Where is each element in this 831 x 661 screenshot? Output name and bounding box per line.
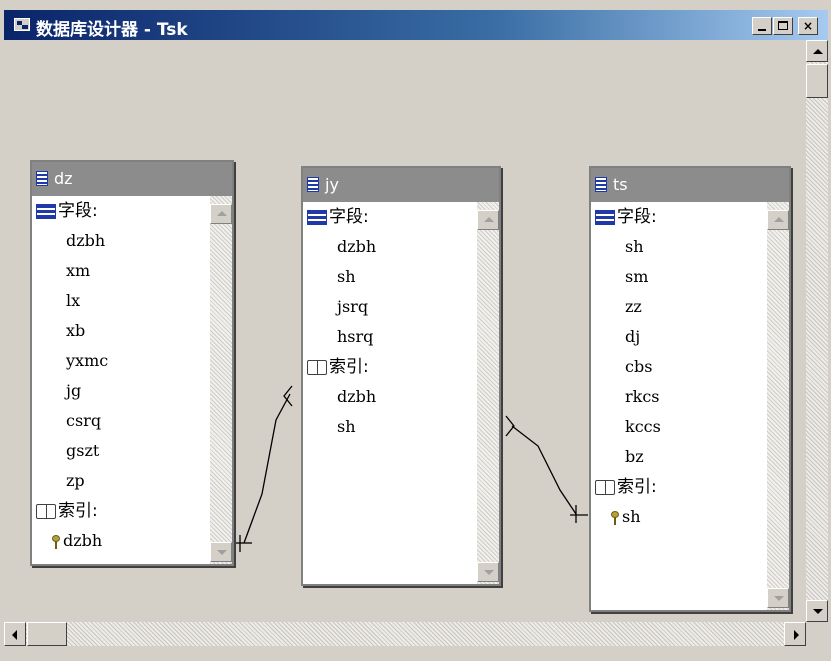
- arrow-down-icon: [813, 609, 823, 614]
- field-item[interactable]: csrq: [66, 406, 101, 436]
- field-item[interactable]: xm: [66, 256, 90, 286]
- table-field-list[interactable]: 字段: dzbh sh jsrq hsrq 索引: dzbh sh: [303, 202, 477, 584]
- fields-section-header: 字段:: [36, 196, 98, 226]
- field-item[interactable]: jg: [66, 376, 81, 406]
- table-field-list[interactable]: 字段: dzbh xm lx xb yxmc jg csrq gszt zp 索…: [32, 196, 210, 564]
- fields-icon: [595, 209, 615, 225]
- table-scroll-up-button[interactable]: [210, 204, 232, 224]
- index-item[interactable]: sh: [337, 412, 356, 442]
- field-item[interactable]: gszt: [66, 436, 99, 466]
- resize-grip[interactable]: [806, 622, 828, 646]
- fields-icon: [307, 209, 327, 225]
- field-item[interactable]: kccs: [625, 412, 661, 442]
- field-item[interactable]: hsrq: [337, 322, 373, 352]
- scroll-down-button[interactable]: [806, 600, 828, 622]
- table-scroll-up-button[interactable]: [477, 210, 499, 230]
- table-scroll-down-button[interactable]: [477, 562, 499, 582]
- fields-section-header: 字段:: [595, 202, 657, 232]
- field-item[interactable]: xb: [66, 316, 85, 346]
- table-scrollbar[interactable]: [767, 202, 789, 610]
- field-item[interactable]: rkcs: [625, 382, 660, 412]
- arrow-up-icon: [813, 49, 823, 54]
- arrow-right-icon: [794, 630, 799, 640]
- index-item[interactable]: dzbh: [337, 382, 376, 412]
- field-item[interactable]: dzbh: [337, 232, 376, 262]
- field-item[interactable]: jsrq: [337, 292, 368, 322]
- horizontal-scroll-thumb[interactable]: [27, 622, 67, 646]
- index-book-icon: [595, 479, 615, 495]
- title-bar[interactable]: 数据库设计器 - Tsk ×: [4, 10, 828, 40]
- fields-icon: [36, 203, 56, 219]
- field-item[interactable]: sm: [625, 262, 648, 292]
- index-name: dzbh: [63, 531, 103, 550]
- table-header[interactable]: ts: [591, 168, 789, 202]
- field-item[interactable]: dzbh: [66, 226, 105, 256]
- index-section-header: 索引:: [307, 352, 369, 382]
- index-book-icon: [307, 359, 327, 375]
- window-title: 数据库设计器 - Tsk: [36, 20, 188, 40]
- table-name: dz: [54, 169, 73, 188]
- table-header[interactable]: dz: [32, 162, 232, 196]
- table-jy[interactable]: jy 字段: dzbh sh jsrq hsrq 索引: dzbh sh: [301, 166, 501, 586]
- index-section-header: 索引:: [595, 472, 657, 502]
- field-item[interactable]: yxmc: [66, 346, 108, 376]
- table-scroll-down-button[interactable]: [767, 588, 789, 608]
- fields-section-header: 字段:: [307, 202, 369, 232]
- scroll-right-button[interactable]: [784, 622, 806, 646]
- field-item[interactable]: zp: [66, 466, 85, 496]
- table-name: ts: [613, 175, 628, 194]
- table-scroll-down-button[interactable]: [210, 542, 232, 562]
- vertical-scroll-thumb[interactable]: [806, 64, 828, 98]
- fields-label: 字段:: [58, 201, 98, 221]
- index-label: 索引:: [329, 357, 369, 377]
- fields-label: 字段:: [329, 207, 369, 227]
- vertical-scrollbar[interactable]: [806, 40, 828, 622]
- table-scroll-up-button[interactable]: [767, 210, 789, 230]
- table-icon: [595, 177, 607, 192]
- index-label: 索引:: [58, 501, 98, 521]
- table-icon: [36, 171, 48, 186]
- table-name: jy: [325, 175, 339, 194]
- field-item[interactable]: zz: [625, 292, 642, 322]
- close-button[interactable]: ×: [798, 17, 818, 35]
- maximize-button[interactable]: [773, 17, 793, 35]
- table-dz[interactable]: dz 字段: dzbh xm lx xb yxmc jg csrq gszt z…: [30, 160, 234, 566]
- field-item[interactable]: lx: [66, 286, 80, 316]
- table-header[interactable]: jy: [303, 168, 499, 202]
- database-designer-window: 数据库设计器 - Tsk × dz 字段: dzbh xm lx xb yxmc…: [0, 0, 831, 661]
- scroll-up-button[interactable]: [806, 40, 828, 62]
- table-ts[interactable]: ts 字段: sh sm zz dj cbs rkcs kccs bz 索引: …: [589, 166, 791, 612]
- arrow-left-icon: [12, 630, 17, 640]
- minimize-button[interactable]: [752, 17, 772, 35]
- scroll-left-button[interactable]: [4, 622, 26, 646]
- table-scrollbar[interactable]: [477, 202, 499, 584]
- field-item[interactable]: dj: [625, 322, 640, 352]
- index-item[interactable]: dzbh: [52, 526, 102, 556]
- fields-label: 字段:: [617, 207, 657, 227]
- index-item[interactable]: sh: [611, 502, 641, 532]
- table-scrollbar[interactable]: [210, 196, 232, 564]
- index-book-icon: [36, 503, 56, 519]
- table-icon: [307, 177, 319, 192]
- field-item[interactable]: cbs: [625, 352, 652, 382]
- database-designer-icon: [14, 18, 30, 31]
- primary-key-icon: [611, 510, 620, 525]
- index-name: sh: [622, 507, 641, 526]
- primary-key-icon: [52, 534, 61, 549]
- horizontal-scrollbar[interactable]: [4, 622, 806, 646]
- table-field-list[interactable]: 字段: sh sm zz dj cbs rkcs kccs bz 索引: sh: [591, 202, 767, 610]
- field-item[interactable]: bz: [625, 442, 644, 472]
- index-label: 索引:: [617, 477, 657, 497]
- field-item[interactable]: sh: [625, 232, 644, 262]
- index-section-header: 索引:: [36, 496, 98, 526]
- field-item[interactable]: sh: [337, 262, 356, 292]
